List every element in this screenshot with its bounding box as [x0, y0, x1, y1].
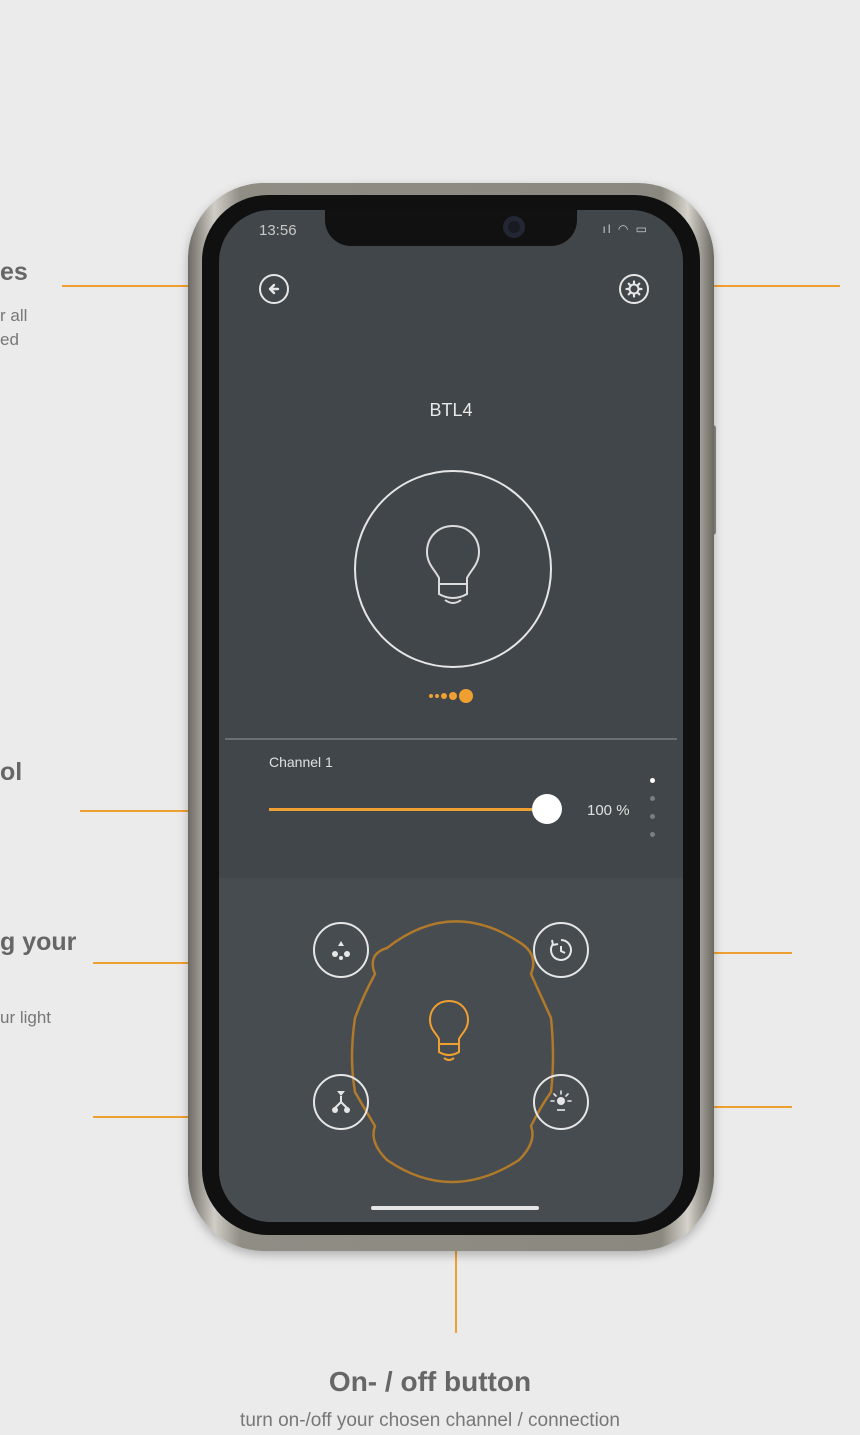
callout-desc-devices-2: ed: [0, 330, 19, 349]
callout-title-devices: es: [0, 258, 28, 286]
home-indicator[interactable]: [371, 1206, 539, 1210]
brightness-slider-knob[interactable]: [532, 794, 562, 824]
brightness-slider-track[interactable]: [269, 808, 549, 811]
connection-indicator: [429, 688, 479, 704]
scene-button[interactable]: [313, 922, 369, 978]
brightness-button[interactable]: [533, 1074, 589, 1130]
back-button[interactable]: [259, 274, 289, 304]
callout-title-scenes: g your: [0, 928, 77, 956]
channel-label: Channel 1: [269, 754, 333, 770]
callout-desc-onoff: turn on-/off your chosen channel / conne…: [240, 1410, 620, 1431]
status-icons: ıl ◠ ▭: [602, 222, 649, 236]
power-bulb-icon: [428, 999, 470, 1061]
group-icon: [332, 1091, 350, 1113]
bulb-status-circle[interactable]: [354, 470, 552, 668]
brightness-value: 100 %: [587, 802, 630, 819]
scene-icon: [332, 941, 350, 960]
phone-notch: [325, 210, 577, 246]
light-bulb-icon: [425, 524, 481, 604]
timer-icon: [550, 939, 572, 961]
callout-desc-scenes: ur light: [0, 1008, 52, 1027]
status-time: 13:56: [259, 222, 297, 239]
settings-button[interactable]: [619, 274, 649, 304]
channel-page-indicator[interactable]: [649, 778, 657, 842]
brightness-icon: [550, 1090, 572, 1111]
phone-screen: 13:56 ıl ◠ ▭ BTL4 Channel 1 100 %: [219, 210, 683, 1222]
callout-title-onoff: On- / off button: [328, 1366, 532, 1397]
callout-desc-devices-1: r all: [0, 306, 28, 325]
section-divider: [225, 738, 677, 740]
timer-button[interactable]: [533, 922, 589, 978]
back-arrow-icon: [268, 283, 280, 295]
camera-icon: [503, 216, 525, 238]
gear-icon: [625, 280, 643, 298]
onoff-button[interactable]: [417, 988, 481, 1088]
callout-title-control: ol: [0, 758, 23, 786]
group-button[interactable]: [313, 1074, 369, 1130]
device-name: BTL4: [429, 400, 473, 420]
